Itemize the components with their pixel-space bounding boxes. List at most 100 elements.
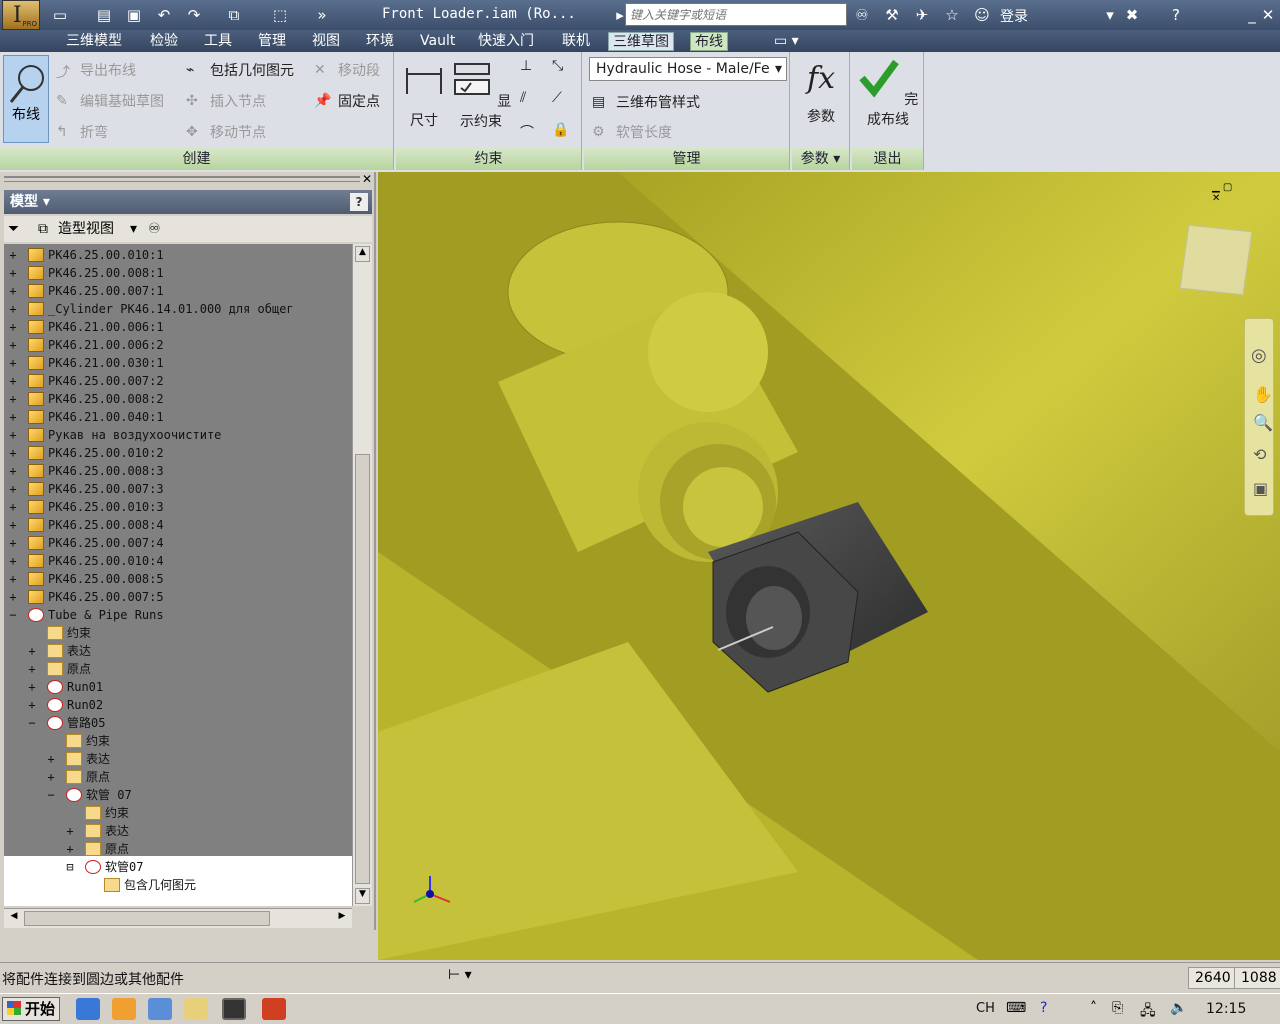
tree-expander[interactable]: + xyxy=(46,768,56,786)
tree-expander[interactable]: + xyxy=(8,516,18,534)
tree-item[interactable]: + PK46.21.00.030:1 xyxy=(4,354,352,372)
horizontal-scroll-thumb[interactable] xyxy=(24,911,270,926)
tree-expander[interactable]: + xyxy=(8,588,18,606)
tree-item[interactable]: + 表达 xyxy=(4,642,352,660)
tree-expander[interactable]: + xyxy=(8,498,18,516)
chevron-down-icon[interactable]: ▾ xyxy=(130,216,137,242)
tree-item[interactable]: + PK46.25.00.008:5 xyxy=(4,570,352,588)
tree-item[interactable]: + _Cylinder PK46.14.01.000 для общег xyxy=(4,300,352,318)
tree-item[interactable]: − Tube & Pipe Runs xyxy=(4,606,352,624)
move-segment-button[interactable]: ✕ 移动段 xyxy=(314,60,380,80)
tree-expander[interactable]: + xyxy=(27,642,37,660)
wrench-icon[interactable]: ⚒ xyxy=(882,5,902,25)
star-icon[interactable]: ☆ xyxy=(942,5,962,25)
tree-item[interactable]: + PK46.21.00.040:1 xyxy=(4,408,352,426)
constraint-coincident-icon[interactable]: ⤡ xyxy=(552,58,563,74)
app-logo[interactable]: I PRO xyxy=(2,0,40,30)
tree-expander[interactable]: + xyxy=(8,534,18,552)
login-dropdown-icon[interactable]: ▾ xyxy=(1100,5,1120,25)
outlook-icon[interactable] xyxy=(112,998,136,1020)
powerpoint-icon[interactable] xyxy=(262,998,286,1020)
tree-expander[interactable]: + xyxy=(27,660,37,678)
insert-node-button[interactable]: ✣ 插入节点 xyxy=(186,91,266,111)
new-icon[interactable]: ▭ xyxy=(50,5,70,25)
group-label-params[interactable]: 参数 ▾ xyxy=(792,148,849,170)
redo-icon[interactable]: ↷ xyxy=(184,5,204,25)
tree-expander[interactable]: + xyxy=(27,696,37,714)
route-layout-button[interactable]: 布线 xyxy=(3,55,49,143)
constraint-smooth-icon[interactable]: ⌒ xyxy=(520,122,534,142)
more-icon[interactable]: » xyxy=(312,5,332,25)
tree-item[interactable]: + PK46.21.00.006:2 xyxy=(4,336,352,354)
dimension-toggle-icon[interactable]: ⊢ ▾ xyxy=(448,967,496,989)
tree-item[interactable]: + PK46.25.00.008:2 xyxy=(4,390,352,408)
finish-route-button[interactable]: 完成布线 xyxy=(856,56,920,129)
tree-item[interactable]: + PK46.21.00.006:1 xyxy=(4,318,352,336)
explorer-icon[interactable] xyxy=(184,998,208,1020)
inventor-taskbar-icon[interactable] xyxy=(222,998,246,1020)
tab-manage[interactable]: 管理 xyxy=(254,32,290,51)
tree-expander[interactable]: + xyxy=(8,462,18,480)
language-indicator[interactable]: CH xyxy=(976,1001,995,1016)
tree-item[interactable]: + Run01 xyxy=(4,678,352,696)
tree-expander[interactable]: − xyxy=(27,714,37,732)
return-icon[interactable]: ⧉ xyxy=(224,5,244,25)
edit-base-sketch-button[interactable]: ✎ 编辑基础草图 xyxy=(56,91,164,111)
tree-expander[interactable]: + xyxy=(8,570,18,588)
parameters-button[interactable]: fx 参数 xyxy=(798,58,844,126)
keyboard-icon[interactable]: ⌨ xyxy=(1006,1000,1026,1016)
start-button[interactable]: 开始 xyxy=(2,997,60,1021)
tab-view[interactable]: 视图 xyxy=(308,32,344,51)
tab-route[interactable]: 布线 xyxy=(690,32,728,51)
tree-expander[interactable]: + xyxy=(8,480,18,498)
tree-horizontal-scrollbar[interactable]: ◀ ▶ xyxy=(4,908,352,928)
tree-expander[interactable]: ⊟ xyxy=(65,858,75,876)
zoom-icon[interactable]: 🔍 xyxy=(1253,413,1273,432)
include-geometry-button[interactable]: ⌁ 包括几何图元 xyxy=(186,60,294,80)
exchange-icon[interactable]: ✖ xyxy=(1122,5,1142,25)
tree-expander[interactable]: + xyxy=(8,282,18,300)
tree-item[interactable]: + PK46.25.00.010:2 xyxy=(4,444,352,462)
tree-expander[interactable]: + xyxy=(65,822,75,840)
vertical-scroll-thumb[interactable] xyxy=(355,454,370,884)
tree-item[interactable]: + 原点 xyxy=(4,768,352,786)
tree-item[interactable]: − 管路05 xyxy=(4,714,352,732)
usb-icon[interactable]: ⎘ xyxy=(1112,1000,1123,1016)
hose-style-select[interactable]: Hydraulic Hose - Male/Fe ▾ xyxy=(589,57,787,81)
tree-expander[interactable]: − xyxy=(46,786,56,804)
viewcube[interactable] xyxy=(1179,224,1253,296)
tray-expand-icon[interactable]: ˄ xyxy=(1090,1000,1097,1016)
select-icon[interactable]: ⬚ xyxy=(270,5,290,25)
tree-expander[interactable]: + xyxy=(8,426,18,444)
tree-expander[interactable]: + xyxy=(8,300,18,318)
scroll-up-icon[interactable]: ▲ xyxy=(355,246,370,262)
tab-3d-model[interactable]: 三维模型 xyxy=(62,32,126,51)
tree-item[interactable]: 包含几何图元 xyxy=(4,876,352,894)
view-mode-select[interactable]: 造型视图 xyxy=(58,216,114,242)
tab-online[interactable]: 联机 xyxy=(558,32,594,51)
tree-vertical-scrollbar[interactable]: ▲ ▼ xyxy=(352,244,372,906)
binoculars-icon[interactable]: ♾ xyxy=(852,5,872,25)
ie-icon[interactable] xyxy=(76,998,100,1020)
lock-icon[interactable]: 🔒 xyxy=(552,122,569,138)
close-window-icon[interactable]: ✕ xyxy=(1258,5,1278,25)
hose-length-button[interactable]: ⚙ 软管长度 xyxy=(592,122,672,142)
undo-icon[interactable]: ↶ xyxy=(154,5,174,25)
tree-item[interactable]: + Run02 xyxy=(4,696,352,714)
tree-expander[interactable]: + xyxy=(8,390,18,408)
tree-expander[interactable]: + xyxy=(8,246,18,264)
tree-expander[interactable]: + xyxy=(8,264,18,282)
tree-item[interactable]: + PK46.25.00.007:4 xyxy=(4,534,352,552)
show-constraints-button[interactable]: 显示约束 xyxy=(448,58,514,131)
desktop-icon[interactable] xyxy=(148,998,172,1020)
browser-grip[interactable] xyxy=(4,176,360,182)
tube-pipe-style-button[interactable]: ▤ 三维布管样式 xyxy=(592,92,700,112)
tree-expander[interactable]: + xyxy=(8,372,18,390)
tree-item[interactable]: 约束 xyxy=(4,804,352,822)
tree-item[interactable]: + Рукав на воздухоочистите xyxy=(4,426,352,444)
constraint-tangent-icon[interactable]: ⟋ xyxy=(552,90,562,106)
tree-item[interactable]: 约束 xyxy=(4,624,352,642)
tree-item[interactable]: + 表达 xyxy=(4,750,352,768)
network-icon[interactable]: 🖧 xyxy=(1140,1000,1156,1024)
move-node-button[interactable]: ✥ 移动节点 xyxy=(186,122,266,142)
